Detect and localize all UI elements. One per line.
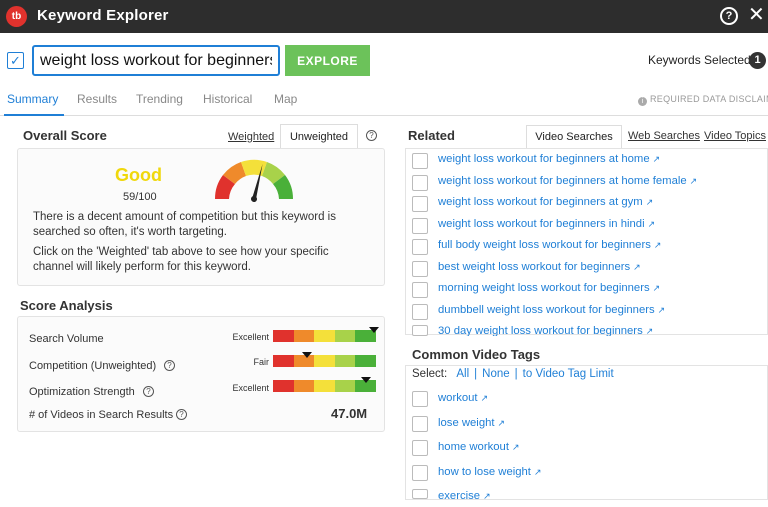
related-search-link[interactable]: weight loss workout for beginners at gym… [438,196,653,208]
external-link-icon: ↗ [480,393,489,403]
tag-link[interactable]: how to lose weight ↗ [438,466,542,478]
external-link-icon: ↗ [652,283,661,293]
tag-checkbox[interactable] [412,415,428,432]
related-item-checkbox[interactable] [412,217,428,234]
keywords-selected-count-badge[interactable]: 1 [749,52,766,69]
related-item-checkbox[interactable] [412,153,428,169]
select-none-link[interactable]: None [482,368,510,380]
tab-results[interactable]: Results [77,92,117,106]
select-label: Select: [412,368,448,380]
search-volume-bar [273,330,376,342]
external-link-icon: ↗ [645,326,654,336]
score-rating: Good [115,165,162,185]
external-link-icon: ↗ [652,154,661,164]
tag-checkbox[interactable] [412,464,428,481]
score-value: 59/100 [123,191,157,203]
related-item-checkbox[interactable] [412,260,428,277]
external-link-icon: ↗ [533,466,542,477]
app-title: Keyword Explorer [37,7,169,24]
score-description: There is a decent amount of competition … [33,211,336,238]
tab-video-topics[interactable]: Video Topics [704,130,766,142]
related-search-link[interactable]: morning weight loss workout for beginner… [438,282,660,294]
optimization-strength-marker [360,377,371,383]
title-bar: tb Keyword Explorer ? ✕ [0,0,768,33]
data-disclaimer-link[interactable]: iREQUIRED DATA DISCLAIMER [638,94,768,106]
external-link-icon: ↗ [497,417,506,428]
main-tabs: Summary Results Trending Historical Map … [0,85,768,116]
help-icon[interactable]: ? [720,7,738,25]
active-tab-indicator [4,114,64,116]
related-search-link[interactable]: weight loss workout for beginners at hom… [438,175,697,187]
related-search-link[interactable]: weight loss workout for beginners in hin… [438,218,655,230]
external-link-icon: ↗ [483,491,491,500]
question-circle-icon[interactable]: ? [366,130,377,141]
tag-link[interactable]: exercise ↗ [438,490,491,500]
related-title: Related [408,128,455,143]
tab-trending[interactable]: Trending [136,92,183,106]
tubebuddy-logo-icon: tb [6,6,27,27]
score-gauge [214,159,294,202]
external-link-icon: ↗ [653,240,662,250]
optimization-strength-rating: Excellent [232,383,269,393]
external-link-icon: ↗ [657,304,666,315]
related-search-link[interactable]: 30 day weight loss workout for beginners… [438,325,653,336]
common-tags-title: Common Video Tags [412,347,541,362]
overall-score-title: Overall Score [23,128,107,143]
external-link-icon: ↗ [633,261,641,272]
external-link-icon: ↗ [645,197,654,207]
external-link-icon: ↗ [689,175,698,186]
related-item-checkbox[interactable] [412,282,428,298]
related-search-link[interactable]: full body weight loss workout for beginn… [438,239,661,251]
close-icon[interactable]: ✕ [748,4,765,26]
tab-summary[interactable]: Summary [7,92,58,106]
related-item-checkbox[interactable] [412,174,428,191]
related-search-link[interactable]: best weight loss workout for beginners ↗ [438,261,641,273]
videos-in-search-value: 47.0M [331,406,368,421]
select-to-limit-link[interactable]: to Video Tag Limit [523,368,614,380]
optimization-strength-label: Optimization Strength [29,386,135,398]
related-item-checkbox[interactable] [412,239,428,255]
related-item-checkbox[interactable] [412,196,428,212]
tag-link[interactable]: workout ↗ [438,392,488,404]
search-volume-marker [368,327,379,333]
weighted-hint: Click on the 'Weighted' tab above to see… [33,246,329,273]
related-item-checkbox[interactable] [412,303,428,320]
select-all-link[interactable]: All [456,368,469,380]
common-tags-list[interactable] [405,365,768,500]
tag-link[interactable]: lose weight ↗ [438,417,505,429]
related-item-checkbox[interactable] [412,325,428,336]
search-volume-rating: Excellent [232,332,269,342]
external-link-icon: ↗ [647,218,656,229]
keyword-search-input[interactable] [32,45,280,76]
keywords-selected-label: Keywords Selected [648,53,751,67]
question-circle-icon[interactable]: ? [143,386,154,397]
related-search-link[interactable]: weight loss workout for beginners at hom… [438,153,660,165]
score-analysis-title: Score Analysis [20,298,113,313]
tag-select-row: Select: All | None | to Video Tag Limit [412,368,614,380]
competition-label: Competition (Unweighted) [29,360,157,372]
tab-historical[interactable]: Historical [203,92,252,106]
tab-map[interactable]: Map [274,92,297,106]
videos-in-search-label: # of Videos in Search Results [29,409,174,421]
competition-marker [301,352,312,358]
question-circle-icon[interactable]: ? [164,360,175,371]
external-link-icon: ↗ [511,442,520,452]
weighted-tab[interactable]: Weighted [228,131,274,143]
competition-rating: Fair [253,357,270,367]
tag-link[interactable]: home workout ↗ [438,441,520,453]
keyword-select-checkbox[interactable]: ✓ [7,52,24,69]
explore-button[interactable]: EXPLORE [285,45,370,76]
competition-bar [273,355,376,367]
unweighted-tab[interactable]: Unweighted [280,124,358,149]
tab-video-searches[interactable]: Video Searches [526,125,622,149]
search-volume-label: Search Volume [29,333,104,345]
tag-checkbox[interactable] [412,440,428,456]
info-icon: i [638,97,647,106]
related-search-link[interactable]: dumbbell weight loss workout for beginne… [438,304,665,316]
tag-checkbox[interactable] [412,489,428,499]
tag-checkbox[interactable] [412,391,428,407]
question-circle-icon[interactable]: ? [176,409,187,420]
tab-web-searches[interactable]: Web Searches [628,130,700,142]
